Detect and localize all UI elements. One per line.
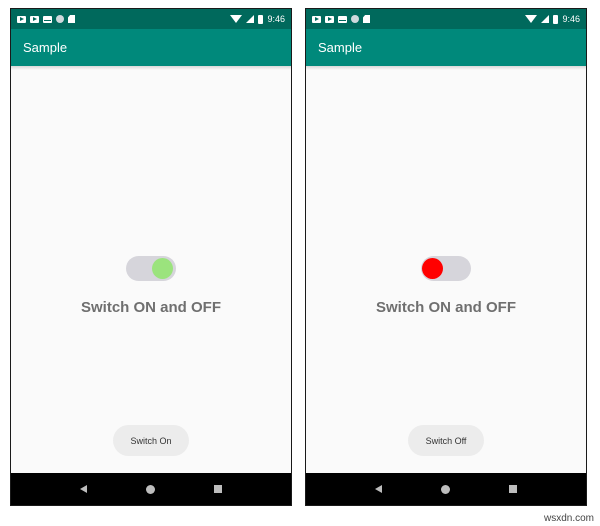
battery-icon xyxy=(258,14,264,24)
switch-thumb[interactable] xyxy=(152,258,173,279)
phone-screen-right: 9:46 Sample Switch ON and OFF Switch Off xyxy=(305,8,587,506)
home-icon[interactable] xyxy=(440,484,450,494)
app-bar: Sample xyxy=(306,29,586,66)
wifi-icon xyxy=(525,15,538,23)
status-time: 9:46 xyxy=(267,14,285,24)
mail-icon xyxy=(338,15,347,23)
app-bar-shadow xyxy=(306,66,586,70)
circle-icon xyxy=(56,15,64,23)
battery-icon xyxy=(553,14,559,24)
sd-card-icon xyxy=(363,15,370,23)
switch-label: Switch ON and OFF xyxy=(375,299,516,316)
switch-thumb[interactable] xyxy=(422,258,443,279)
signal-icon xyxy=(541,15,550,23)
status-bar: 9:46 xyxy=(306,9,586,29)
switch-label: Switch ON and OFF xyxy=(80,299,221,316)
app-title: Sample xyxy=(23,40,68,55)
phone-screen-left: 9:46 Sample Switch ON and OFF Switch On xyxy=(10,8,292,506)
switch-off-button[interactable]: Switch Off xyxy=(408,425,484,456)
watermark: wsxdn.com xyxy=(543,513,594,524)
toggle-switch[interactable] xyxy=(421,256,471,281)
back-icon[interactable] xyxy=(80,485,88,493)
recents-icon[interactable] xyxy=(213,485,222,493)
app-title: Sample xyxy=(318,40,363,55)
app-bar: Sample xyxy=(11,29,291,66)
toggle-switch[interactable] xyxy=(126,256,176,281)
back-icon[interactable] xyxy=(375,485,383,493)
status-time: 9:46 xyxy=(562,14,580,24)
status-bar: 9:46 xyxy=(11,9,291,29)
signal-icon xyxy=(246,15,255,23)
mail-icon xyxy=(43,15,52,23)
switch-on-button[interactable]: Switch On xyxy=(113,425,189,456)
navigation-bar xyxy=(306,473,586,505)
sd-card-icon xyxy=(68,15,75,23)
app-bar-shadow xyxy=(11,66,291,70)
youtube-icon xyxy=(312,15,321,23)
navigation-bar xyxy=(11,473,291,505)
youtube-icon xyxy=(30,15,39,23)
youtube-icon xyxy=(325,15,334,23)
circle-icon xyxy=(351,15,359,23)
home-icon[interactable] xyxy=(145,484,155,494)
youtube-icon xyxy=(17,15,26,23)
wifi-icon xyxy=(230,15,243,23)
recents-icon[interactable] xyxy=(508,485,517,493)
